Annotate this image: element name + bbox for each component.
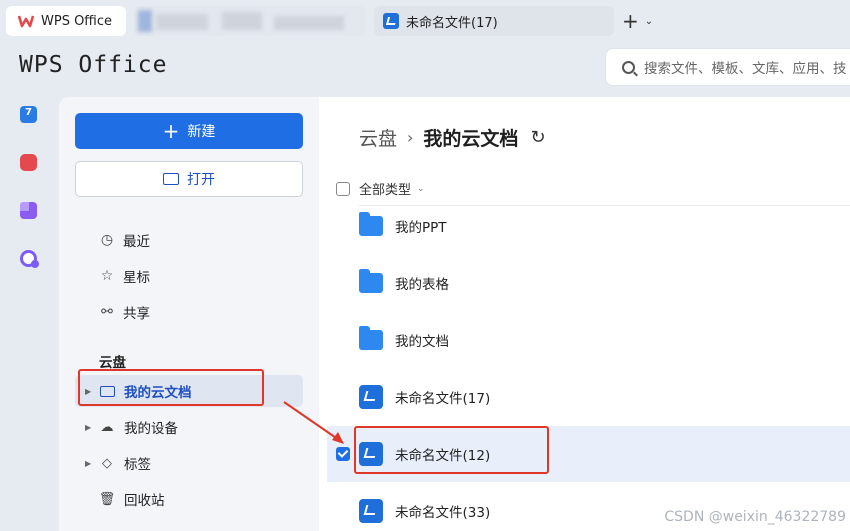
file-name: 我的PPT	[395, 220, 447, 236]
caret-right-icon[interactable]: ▶	[85, 459, 97, 468]
sidebar-item-label: 共享	[123, 306, 150, 322]
search-placeholder: 搜索文件、模板、文库、应用、技	[644, 61, 847, 77]
chevron-down-icon: ⌄	[417, 183, 425, 194]
tab-document[interactable]: 未命名文件(17)	[374, 6, 614, 36]
open-button-label: 打开	[187, 172, 215, 188]
caret-right-icon[interactable]: ▶	[85, 423, 97, 432]
tab-home-label: WPS Office	[41, 13, 113, 29]
sidebar-item-my-devices[interactable]: ▶ ☁ 我的设备	[75, 411, 303, 443]
writer-doc-icon	[359, 499, 383, 523]
file-name: 未命名文件(17)	[395, 391, 491, 407]
breadcrumb: 云盘 › 我的云文档 ↻	[359, 124, 546, 151]
file-name: 未命名文件(33)	[395, 505, 491, 521]
new-button[interactable]: + 新建	[75, 113, 303, 149]
star-icon: ☆	[100, 268, 114, 284]
sidebar-item-tags[interactable]: ▶ ◇ 标签	[75, 447, 303, 479]
apps-icon[interactable]	[20, 202, 37, 219]
sidebar-item-label: 标签	[124, 457, 151, 473]
share-icon: ⚯	[101, 304, 113, 320]
sidebar-item-label: 星标	[123, 270, 150, 286]
sidebar-item-trash[interactable]: 🗑 回收站	[75, 483, 303, 515]
file-name: 我的文档	[395, 334, 449, 350]
folder-icon	[359, 269, 383, 293]
cloud-device-icon: ☁	[100, 419, 114, 435]
row-checkbox[interactable]	[336, 447, 350, 461]
trash-icon: 🗑	[98, 491, 116, 507]
highlight-box-file	[354, 426, 549, 474]
tab-home[interactable]: WPS Office	[6, 6, 126, 36]
new-tab-button[interactable]: + ⌄	[622, 9, 662, 33]
file-row[interactable]: 我的文档	[327, 312, 850, 368]
type-filter-label: 全部类型	[359, 183, 412, 198]
sidebar-item-label: 回收站	[124, 493, 165, 509]
select-all-checkbox[interactable]	[336, 181, 350, 196]
tab-bar: WPS Office 未命名文件(17) + ⌄	[0, 0, 850, 40]
sidebar-item-recent[interactable]: ◷ 最近	[59, 225, 319, 255]
annotation-arrow-icon	[283, 401, 344, 444]
file-name: 我的表格	[395, 277, 449, 293]
breadcrumb-current: 我的云文档	[423, 128, 519, 150]
sidebar: + 新建 打开 ◷ 最近 ☆ 星标 ⚯ 共享 云盘 ▶ 我的云文档 ▶ ☁ 我的…	[59, 97, 319, 531]
app-brand: WPS Office	[19, 52, 168, 78]
file-row[interactable]: 未命名文件(17)	[327, 369, 850, 425]
file-row[interactable]: 我的PPT	[327, 198, 850, 254]
type-filter[interactable]: 全部类型 ⌄	[336, 179, 425, 198]
file-row[interactable]: 我的表格	[327, 255, 850, 311]
folder-open-icon	[163, 173, 179, 185]
plus-icon: +	[162, 119, 180, 143]
tab-blurred[interactable]	[134, 6, 366, 36]
new-button-label: 新建	[187, 124, 216, 140]
sidebar-item-label: 最近	[123, 234, 150, 250]
writer-doc-icon	[359, 385, 383, 409]
search-input[interactable]: 搜索文件、模板、文库、应用、技	[605, 48, 850, 86]
tab-document-label: 未命名文件(17)	[406, 15, 498, 31]
watermark: CSDN @weixin_46322789	[664, 509, 846, 525]
refresh-icon[interactable]: ↻	[530, 127, 545, 148]
assistant-icon[interactable]	[20, 250, 39, 268]
sidebar-item-starred[interactable]: ☆ 星标	[59, 261, 319, 291]
plus-icon: +	[622, 9, 639, 33]
chevron-right-icon: ›	[407, 128, 414, 147]
cloud-section-label: 云盘	[99, 355, 126, 371]
highlight-box-sidebar	[78, 369, 264, 406]
folder-icon	[359, 326, 383, 350]
folder-icon	[359, 212, 383, 236]
clock-icon: ◷	[100, 232, 114, 248]
sidebar-item-shared[interactable]: ⚯ 共享	[59, 297, 319, 327]
open-button[interactable]: 打开	[75, 161, 303, 197]
pdf-app-icon[interactable]	[20, 154, 37, 171]
tag-icon: ◇	[102, 455, 112, 471]
search-icon	[622, 60, 635, 74]
sidebar-item-label: 我的设备	[124, 421, 178, 437]
writer-doc-icon	[383, 13, 399, 29]
wps-logo-icon	[18, 15, 34, 28]
chevron-down-icon: ⌄	[644, 15, 654, 27]
breadcrumb-root[interactable]: 云盘	[359, 124, 397, 151]
calendar-app-icon[interactable]	[20, 106, 37, 123]
